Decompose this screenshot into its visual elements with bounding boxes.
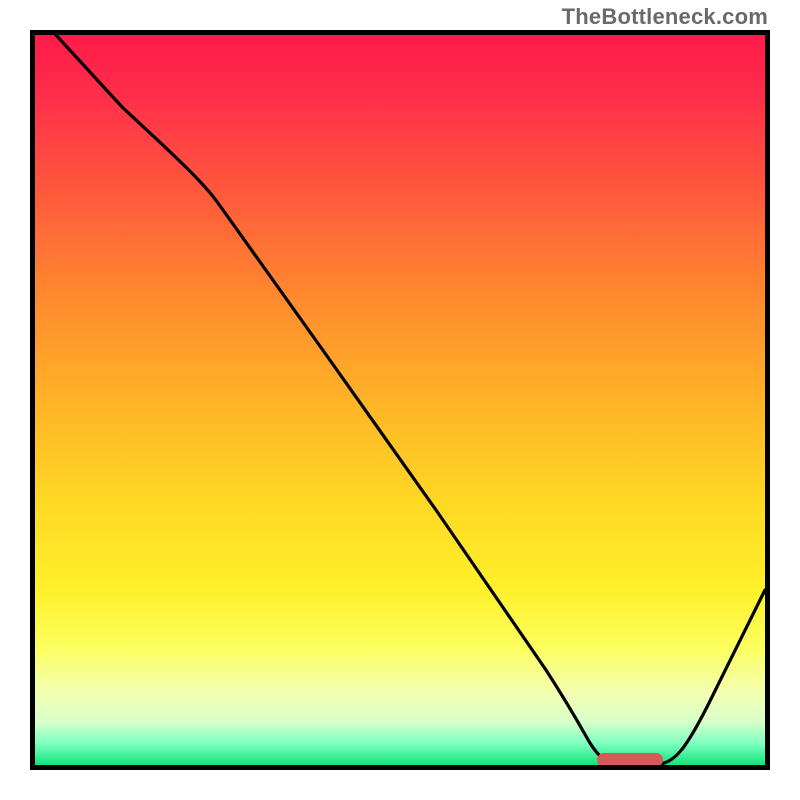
curve-layer — [35, 35, 765, 765]
attribution-text: TheBottleneck.com — [562, 4, 768, 30]
plot-area — [30, 30, 770, 770]
optimal-marker — [597, 753, 663, 767]
chart-frame: TheBottleneck.com — [0, 0, 800, 800]
curve-path — [56, 35, 765, 765]
